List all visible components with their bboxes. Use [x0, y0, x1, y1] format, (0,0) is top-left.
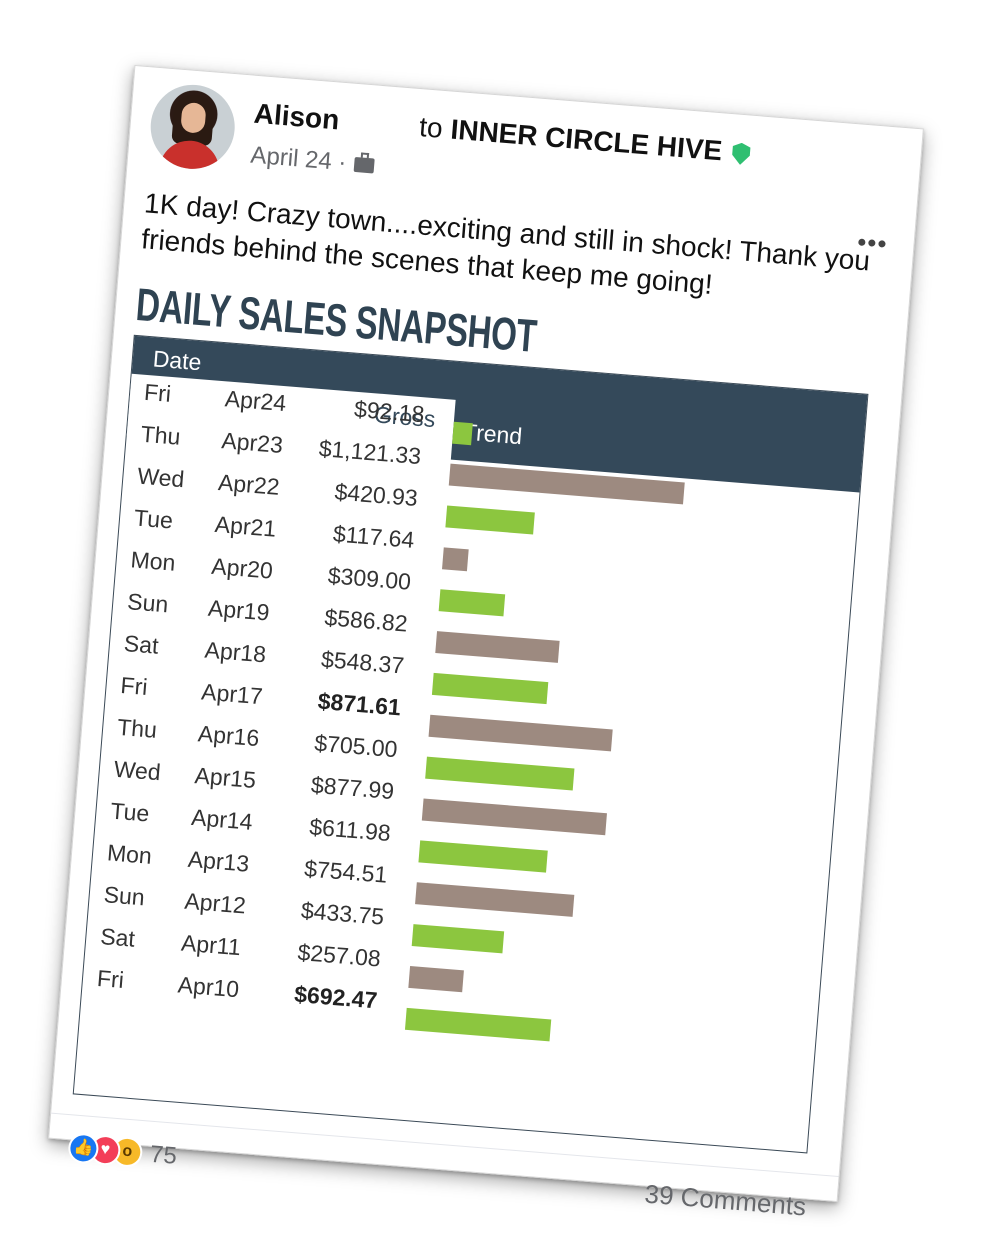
row-date: Apr18: [203, 636, 268, 668]
row-gross: $871.61: [316, 687, 402, 721]
row-date: Apr12: [183, 887, 247, 919]
row-day: Tue: [133, 504, 174, 534]
row-date: Apr23: [220, 427, 284, 459]
row-date: Apr13: [186, 845, 251, 877]
row-day: Wed: [112, 755, 162, 786]
row-gross: $257.08: [296, 938, 382, 972]
row-date: Apr10: [176, 971, 241, 1003]
row-day: Mon: [129, 546, 177, 576]
avatar[interactable]: [147, 81, 238, 173]
row-gross: $92.18: [353, 395, 426, 428]
briefcase-icon: [353, 156, 375, 174]
row-date: Apr14: [190, 804, 254, 835]
row-date: Apr15: [193, 762, 257, 793]
row-gross: $705.00: [313, 729, 399, 763]
row-date: Apr22: [217, 469, 281, 500]
row-date: Apr11: [180, 929, 242, 961]
row-gross: $420.93: [333, 478, 419, 512]
to-label: to: [418, 111, 444, 144]
row-day: Tue: [109, 797, 151, 827]
row-day: Thu: [116, 713, 158, 743]
shield-icon: [731, 142, 751, 165]
row-gross: $433.75: [300, 897, 385, 930]
row-gross: $754.51: [303, 855, 389, 888]
row-gross: $117.64: [332, 520, 416, 553]
row-day: Fri: [143, 378, 173, 407]
row-day: Mon: [106, 839, 153, 869]
row-gross: $548.37: [320, 645, 406, 679]
group-name[interactable]: INNER CIRCLE HIVE: [449, 114, 723, 167]
row-gross: $877.99: [310, 771, 396, 805]
row-gross: $309.00: [326, 562, 412, 595]
row-gross: $611.98: [308, 813, 392, 846]
sales-table: Date Gross Trend Fri Apr24 $92.18 Thu Apr23 $…: [72, 334, 869, 1154]
row-day: Sun: [102, 881, 146, 911]
row-gross: $692.47: [293, 980, 379, 1014]
group-target: to INNER CIRCLE HIVE: [418, 111, 751, 169]
row-day: Wed: [136, 462, 186, 493]
row-day: Fri: [119, 671, 149, 700]
row-day: Sat: [123, 630, 160, 659]
author-name[interactable]: Alison: [253, 98, 341, 137]
trend-bar: [404, 1007, 552, 1042]
row-date: Apr16: [197, 720, 261, 752]
row-date: Apr19: [207, 594, 271, 626]
comments-link[interactable]: 39 Comments: [643, 1179, 808, 1223]
row-gross: $586.82: [323, 604, 409, 637]
post-date[interactable]: April 24 ·: [249, 142, 375, 180]
row-date: Apr24: [223, 385, 288, 417]
row-date: Apr17: [200, 678, 264, 710]
row-day: Sun: [126, 588, 170, 618]
row-day: Fri: [96, 964, 125, 994]
row-date: Apr21: [213, 510, 278, 542]
row-date: Apr20: [210, 552, 274, 584]
header-date: Date: [151, 345, 203, 376]
row-day: Sat: [99, 923, 136, 952]
reactions-summary[interactable]: 👍 ♥ o 75: [67, 1132, 178, 1170]
reaction-count: 75: [149, 1140, 178, 1170]
row-gross: $1,121.33: [317, 435, 423, 470]
post-card: Alison to INNER CIRCLE HIVE April 24 · ••…: [48, 64, 924, 1221]
row-day: Thu: [139, 420, 182, 450]
